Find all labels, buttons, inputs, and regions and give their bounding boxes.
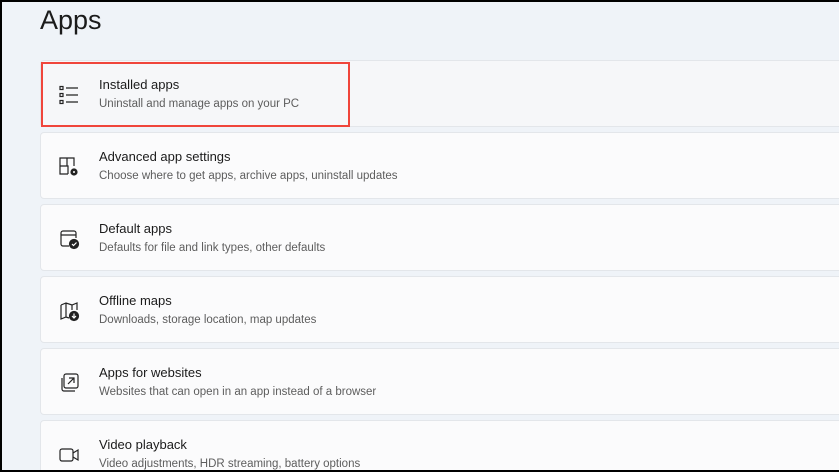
item-subtitle: Choose where to get apps, archive apps, … bbox=[99, 170, 398, 182]
item-title: Default apps bbox=[99, 221, 172, 236]
apps-for-websites-item[interactable]: Apps for websites Websites that can open… bbox=[40, 348, 839, 415]
open-external-icon bbox=[61, 373, 79, 392]
default-apps-icon bbox=[60, 230, 80, 250]
item-subtitle: Websites that can open in an app instead… bbox=[99, 386, 377, 398]
advanced-app-settings-item[interactable]: Advanced app settings Choose where to ge… bbox=[40, 132, 839, 199]
item-title: Apps for websites bbox=[99, 365, 202, 380]
video-camera-icon bbox=[59, 448, 79, 462]
item-title: Installed apps bbox=[99, 77, 180, 92]
video-playback-item[interactable]: Video playback Video adjustments, HDR st… bbox=[40, 420, 839, 470]
item-subtitle: Video adjustments, HDR streaming, batter… bbox=[99, 458, 361, 470]
item-subtitle: Uninstall and manage apps on your PC bbox=[99, 98, 300, 110]
map-download-icon bbox=[60, 302, 80, 322]
item-title: Video playback bbox=[99, 437, 187, 452]
item-title: Advanced app settings bbox=[99, 149, 231, 164]
item-subtitle: Downloads, storage location, map updates bbox=[99, 314, 317, 326]
list-icon bbox=[59, 85, 78, 105]
app-settings-icon bbox=[59, 157, 78, 176]
page-title: Apps bbox=[40, 5, 102, 35]
default-apps-item[interactable]: Default apps Defaults for file and link … bbox=[40, 204, 839, 271]
offline-maps-item[interactable]: Offline maps Downloads, storage location… bbox=[40, 276, 839, 343]
settings-window: Apps Installed apps Uninstall and manage… bbox=[2, 2, 839, 470]
item-subtitle: Defaults for file and link types, other … bbox=[99, 242, 326, 254]
item-title: Offline maps bbox=[99, 293, 172, 308]
installed-apps-item[interactable]: Installed apps Uninstall and manage apps… bbox=[40, 60, 839, 127]
